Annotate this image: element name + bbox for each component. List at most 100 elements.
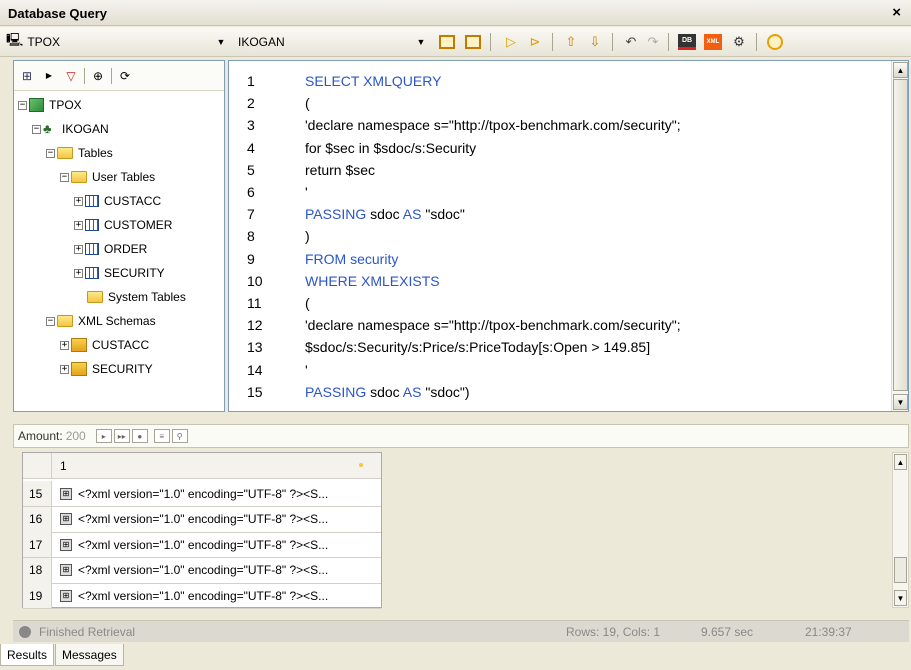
code-line[interactable]: ' [305,362,308,383]
tab-results[interactable]: Results [0,644,55,666]
tree-item-table[interactable]: + CUSTOMER [74,213,172,237]
search-icon[interactable]: ⚲ [171,429,188,443]
expand-icon[interactable]: + [60,364,69,374]
scroll-down-icon[interactable]: ▼ [893,394,908,410]
table-cell[interactable]: ⊞ <?xml version="1.0" encoding="UTF-8" ?>… [52,538,328,552]
column-header[interactable]: 1 [52,459,67,473]
xml-document-icon[interactable]: ⊞ [60,589,72,602]
tab-messages[interactable]: Messages [55,644,124,666]
tree-item-table[interactable]: + ORDER [74,237,147,261]
table-cell[interactable]: ⊞ <?xml version="1.0" encoding="UTF-8" ?>… [52,487,328,501]
stop-icon[interactable]: ● [131,429,148,443]
layout-1-icon[interactable] [436,31,458,53]
collapse-icon[interactable]: − [18,100,27,110]
run-step-icon[interactable]: ⊳ [524,31,546,53]
undo-icon[interactable]: ↶ [620,31,642,53]
table-cell[interactable]: ⊞ <?xml version="1.0" encoding="UTF-8" ?>… [52,563,328,577]
tools-icon[interactable]: ⚙ [728,31,750,53]
sql-text: return $sec [305,161,376,178]
code-line[interactable]: ) [305,228,310,249]
tree-item-user-tables[interactable]: − User Tables [60,165,155,189]
collapse-icon[interactable]: − [46,148,55,158]
xml-document-icon[interactable]: ⊞ [60,538,72,551]
xml-icon[interactable]: XML [702,31,724,53]
table-row[interactable]: 17 ⊞ <?xml version="1.0" encoding="UTF-8" … [23,532,381,558]
table-row[interactable]: 15 ⊞ <?xml version="1.0" encoding="UTF-8" … [23,481,381,507]
redo-icon[interactable]: ↷ [642,31,664,53]
code-line[interactable]: 'declare namespace s="http://tpox-benchm… [305,317,681,338]
sql-editor[interactable]: 1 SELECT XMLQUERY 2 (3 'declare namespace s=… [228,60,909,412]
editor-scrollbar[interactable]: ▲ ▼ [891,61,908,411]
table-cell[interactable]: ⊞ <?xml version="1.0" encoding="UTF-8" ?>… [52,589,328,603]
table-row[interactable]: 18 ⊞ <?xml version="1.0" encoding="UTF-8" … [23,557,381,584]
code-line[interactable]: WHERE XMLEXISTS [305,273,440,294]
tree-item-table[interactable]: + CUSTACC [74,189,161,213]
code-line[interactable]: PASSING sdoc AS "sdoc") [305,384,470,405]
tree-item-tables[interactable]: − Tables [46,141,113,165]
code-line[interactable]: PASSING sdoc AS "sdoc" [305,206,465,227]
collapse-icon[interactable]: − [46,316,55,326]
table-cell[interactable]: ⊞ <?xml version="1.0" encoding="UTF-8" ?>… [52,512,328,526]
results-scrollbar[interactable]: ▲ ▼ [892,452,909,608]
tree-label: CUSTOMER [104,218,173,232]
tree-item-tpox[interactable]: − TPOX [18,93,82,117]
code-line[interactable]: ( [305,95,310,116]
close-icon[interactable]: × [892,4,901,21]
expand-icon[interactable]: + [74,244,83,254]
chevron-down-icon[interactable]: ▼ [214,34,228,50]
folder-icon [57,147,73,159]
scroll-down-icon[interactable]: ▼ [894,590,907,606]
line-number: 11 [247,295,262,311]
import-icon[interactable]: ⇩ [584,31,606,53]
tree-item-schema[interactable]: + CUSTACC [60,333,149,357]
layout-2-icon[interactable] [462,31,484,53]
code-line[interactable]: return $sec [305,162,375,183]
commit-icon[interactable] [764,31,786,53]
code-line[interactable]: SELECT XMLQUERY [305,73,441,94]
table-row[interactable]: 19 ⊞ <?xml version="1.0" encoding="UTF-8" … [23,583,381,609]
export-icon[interactable]: ⇧ [560,31,582,53]
scroll-thumb[interactable] [893,79,908,391]
tree-item-table[interactable]: + SECURITY [74,261,165,285]
tree-item-xml-schemas[interactable]: − XML Schemas [46,309,156,333]
scroll-thumb[interactable] [894,557,907,583]
schema-select[interactable]: IKOGAN ▼ [238,32,428,52]
collapse-icon[interactable]: − [32,124,41,134]
fetch-all-icon[interactable]: ▸▸ [113,429,130,443]
expand-icon[interactable]: + [60,340,69,350]
code-line[interactable]: FROM security [305,251,398,272]
tree-item-schema[interactable]: + SECURITY [60,357,153,381]
xml-document-icon[interactable]: ⊞ [60,487,72,500]
crosshair-icon[interactable]: ⊕ [89,69,107,83]
code-line[interactable]: $sdoc/s:Security/s:Price/s:PriceToday[s:… [305,339,650,360]
chevron-right-icon[interactable]: ▶ [40,71,58,80]
expand-icon[interactable]: + [74,196,83,206]
db-cancel-icon[interactable]: DB [676,31,698,53]
connection-select[interactable]: 🖳 TPOX ▼ [6,32,228,52]
run-icon[interactable]: ▷ [500,31,522,53]
code-line[interactable]: 'declare namespace s="http://tpox-benchm… [305,117,681,138]
xml-document-icon[interactable]: ⊞ [60,513,72,525]
toolbar-divider [84,67,85,84]
code-line[interactable]: ' [305,184,308,205]
results-grid[interactable]: 1 15 ⊞ <?xml version="1.0" encoding="UTF-8… [22,452,382,609]
table-row[interactable]: 16 ⊞ <?xml version="1.0" encoding="UTF-8" … [23,506,381,533]
code-line[interactable]: ( [305,295,310,316]
amount-value[interactable]: 200 [66,429,86,443]
collapse-icon[interactable]: − [60,172,69,182]
tree-item-system-tables[interactable]: System Tables [74,285,186,309]
code-line[interactable]: for $sec in $sdoc/s:Security [305,140,476,161]
scroll-up-icon[interactable]: ▲ [894,454,907,470]
filter-icon[interactable]: ▽ [62,69,80,83]
expand-icon[interactable]: + [74,220,83,230]
xml-document-icon[interactable]: ⊞ [60,564,72,576]
fetch-next-icon[interactable]: ▸ [95,429,112,443]
scroll-up-icon[interactable]: ▲ [893,62,908,78]
chevron-down-icon[interactable]: ▼ [414,34,428,50]
export-results-icon[interactable]: ≡ [153,429,170,443]
refresh-icon[interactable]: ⟳ [116,69,134,83]
tree-item-ikogan[interactable]: − ♣ IKOGAN [32,117,109,141]
add-connection-icon[interactable]: ⊞ [18,69,36,83]
sql-text: ) [305,228,310,245]
expand-icon[interactable]: + [74,268,83,278]
